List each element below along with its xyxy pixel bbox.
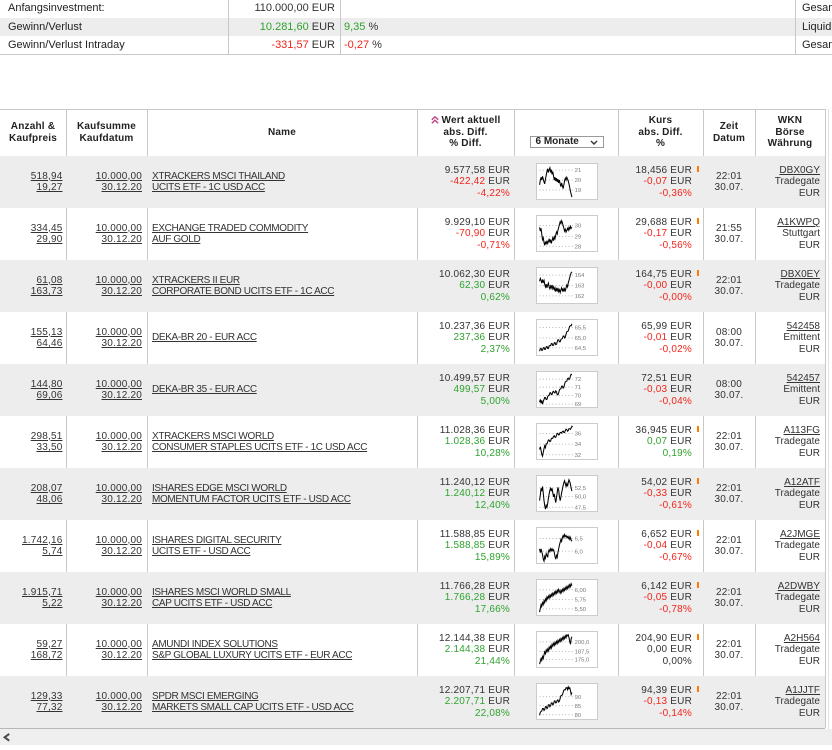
svg-text:65,5: 65,5 — [575, 326, 587, 332]
svg-text:21: 21 — [575, 168, 582, 174]
svg-text:6,5: 6,5 — [575, 536, 584, 542]
svg-text:164: 164 — [575, 273, 586, 279]
svg-text:32: 32 — [575, 453, 582, 459]
svg-text:69: 69 — [575, 402, 582, 408]
svg-text:80: 80 — [575, 713, 582, 719]
svg-text:5,50: 5,50 — [575, 607, 587, 613]
svg-text:34: 34 — [575, 442, 582, 448]
svg-text:72: 72 — [575, 377, 582, 383]
svg-text:5,75: 5,75 — [575, 597, 587, 603]
svg-text:29: 29 — [575, 234, 582, 240]
svg-text:71: 71 — [575, 385, 582, 391]
svg-text:65,0: 65,0 — [575, 336, 587, 342]
svg-text:20: 20 — [575, 178, 582, 184]
svg-text:6,0: 6,0 — [575, 549, 584, 555]
svg-text:70: 70 — [575, 394, 582, 400]
svg-text:36: 36 — [575, 432, 582, 438]
svg-text:64,5: 64,5 — [575, 346, 587, 352]
svg-text:30: 30 — [575, 224, 582, 230]
svg-text:187,5: 187,5 — [575, 649, 590, 655]
svg-text:19: 19 — [575, 188, 582, 194]
svg-text:90: 90 — [575, 695, 582, 701]
svg-text:175,0: 175,0 — [575, 658, 590, 664]
svg-text:28: 28 — [575, 244, 582, 250]
svg-text:200,0: 200,0 — [575, 640, 590, 646]
svg-text:6,00: 6,00 — [575, 588, 587, 594]
svg-text:52,5: 52,5 — [575, 486, 587, 492]
svg-text:85: 85 — [575, 704, 582, 710]
svg-text:162: 162 — [575, 294, 585, 300]
svg-text:163: 163 — [575, 284, 585, 290]
svg-text:50,0: 50,0 — [575, 494, 587, 500]
svg-text:47,5: 47,5 — [575, 505, 587, 511]
